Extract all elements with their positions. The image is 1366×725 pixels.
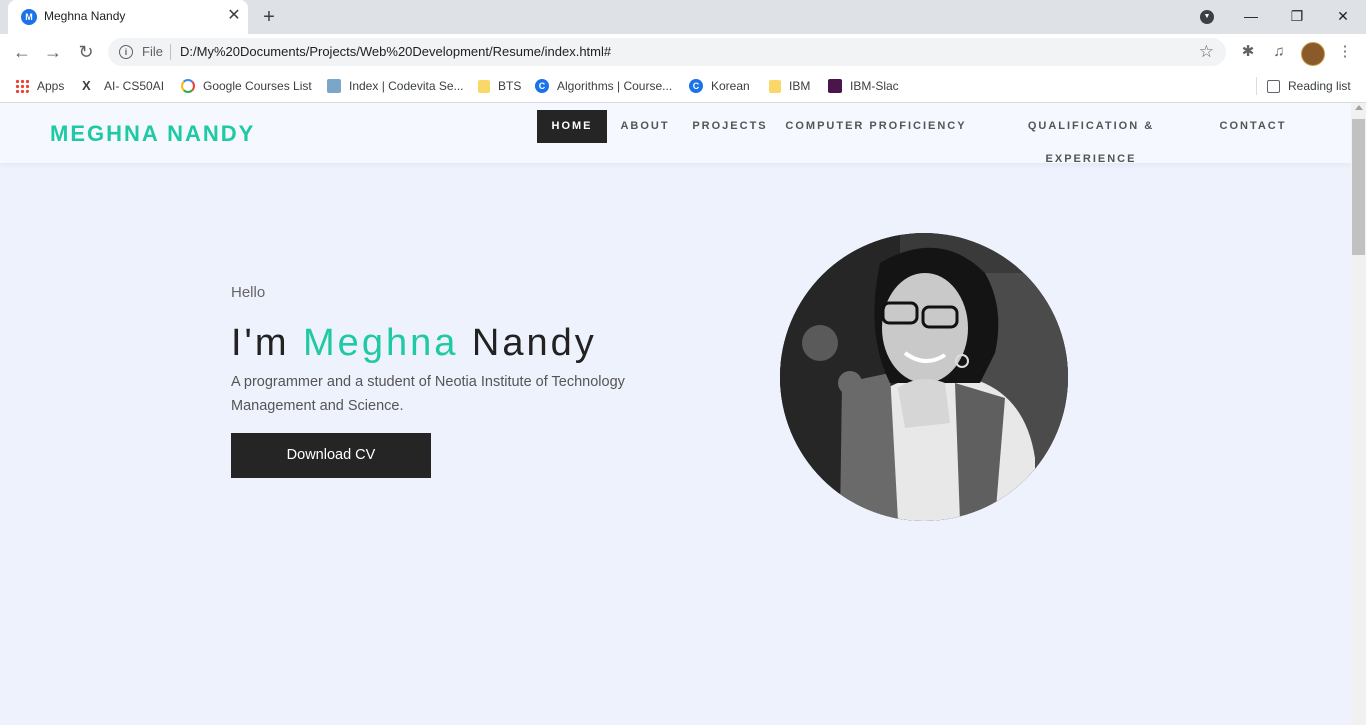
hero-description: A programmer and a student of Neotia Ins… (231, 374, 625, 414)
reload-icon[interactable]: ↻ (73, 39, 99, 65)
bookmarks-bar: Apps X AI- CS50AI Google Courses List In… (0, 70, 1366, 103)
hero-headline: I'm Meghna Nandy (231, 322, 597, 365)
headline-first-name: Meghna (303, 322, 459, 364)
site-header: MEGHNA NANDY HOME ABOUT PROJECTS COMPUTE… (0, 103, 1351, 165)
browser-tab[interactable]: M Meghna Nandy ✕ (8, 0, 248, 34)
tab-close-icon[interactable]: ✕ (225, 7, 243, 25)
site-logo[interactable]: MEGHNA NANDY (50, 121, 255, 147)
forward-arrow-icon[interactable]: → (40, 39, 66, 65)
download-cv-button[interactable]: Download CV (231, 433, 431, 478)
extensions-icon[interactable]: ✱ (1238, 42, 1258, 62)
omnibox-separator (170, 44, 171, 60)
scroll-thumb[interactable] (1352, 119, 1365, 255)
bookmark-ibm-slack[interactable]: IBM-Slac (828, 77, 899, 95)
media-control-icon[interactable]: ♫ (1269, 42, 1289, 62)
slack-icon (828, 79, 842, 93)
bookmark-label: Korean (711, 79, 750, 93)
bookmark-apps[interactable]: Apps (15, 77, 64, 95)
bookmark-label: Algorithms | Course... (557, 79, 673, 93)
close-window-button[interactable]: ✕ (1329, 4, 1357, 28)
bookmark-star-icon[interactable]: ☆ (1199, 42, 1214, 62)
bookmark-bts-folder[interactable]: BTS (478, 77, 521, 95)
bookmark-label: Index | Codevita Se... (349, 79, 464, 93)
restore-button[interactable]: ❐ (1283, 4, 1311, 28)
nav-projects[interactable]: PROJECTS (689, 110, 771, 143)
address-bar[interactable]: i File D:/My%20Documents/Projects/Web%20… (108, 38, 1226, 66)
folder-icon (478, 79, 490, 93)
bookmark-label: IBM-Slac (850, 79, 899, 93)
reading-list-icon (1267, 79, 1280, 93)
url-text[interactable]: D:/My%20Documents/Projects/Web%20Develop… (180, 44, 611, 59)
browser-toolbar: ← → ↻ i File D:/My%20Documents/Projects/… (0, 34, 1366, 70)
reading-list-label: Reading list (1288, 79, 1351, 93)
nav-contact[interactable]: CONTACT (1214, 110, 1292, 143)
bookmark-label: Google Courses List (203, 79, 312, 93)
new-tab-button[interactable]: + (258, 6, 280, 28)
apps-grid-icon (15, 79, 29, 93)
nav-qualification-experience[interactable]: QUALIFICATION & EXPERIENCE (980, 110, 1202, 165)
folder-icon (769, 79, 781, 93)
info-icon[interactable]: i (119, 45, 133, 59)
bookmark-korean[interactable]: C Korean (689, 77, 750, 95)
profile-photo (780, 233, 1068, 521)
bookmark-codevita[interactable]: Index | Codevita Se... (327, 77, 464, 95)
coursera-icon: C (535, 79, 549, 93)
bookmark-google-courses[interactable]: Google Courses List (181, 77, 312, 95)
tab-favicon-icon: M (21, 9, 37, 25)
bookmark-label: IBM (789, 79, 811, 93)
coursera-icon: C (689, 79, 703, 93)
tab-strip: M Meghna Nandy ✕ + ▼ — ❐ ✕ (0, 0, 1366, 34)
bookmarks-divider (1256, 77, 1257, 95)
hero-greeting: Hello (231, 284, 266, 301)
reading-list-button[interactable]: Reading list (1267, 77, 1351, 95)
bookmark-label: BTS (498, 79, 522, 93)
bookmark-ibm-folder[interactable]: IBM (769, 77, 810, 95)
page-scrollbar[interactable] (1351, 103, 1366, 725)
codevita-icon (327, 79, 341, 93)
scheme-label: File (142, 44, 163, 59)
back-arrow-icon[interactable]: ← (9, 39, 35, 65)
headline-last-name: Nandy (471, 322, 597, 364)
bookmark-label: Apps (37, 79, 65, 93)
bookmark-label: AI- CS50AI (104, 79, 165, 93)
nav-home[interactable]: HOME (537, 110, 607, 143)
tab-search-icon[interactable]: ▼ (1200, 10, 1214, 24)
bookmark-algorithms[interactable]: C Algorithms | Course... (535, 77, 672, 95)
nav-computer-proficiency[interactable]: COMPUTER PROFICIENCY (784, 110, 968, 143)
scroll-up-arrow-icon[interactable] (1355, 105, 1363, 110)
google-icon (181, 79, 195, 93)
headline-prefix: I'm (231, 322, 290, 364)
tab-title: Meghna Nandy (44, 9, 126, 23)
nav-about[interactable]: ABOUT (612, 110, 678, 143)
menu-kebab-icon[interactable]: ⋮ (1335, 42, 1355, 62)
profile-avatar[interactable] (1301, 42, 1325, 66)
minimize-button[interactable]: — (1237, 4, 1265, 28)
x-icon: X (82, 78, 91, 93)
bookmark-ai-cs50ai[interactable]: X AI- CS50AI (82, 77, 164, 95)
